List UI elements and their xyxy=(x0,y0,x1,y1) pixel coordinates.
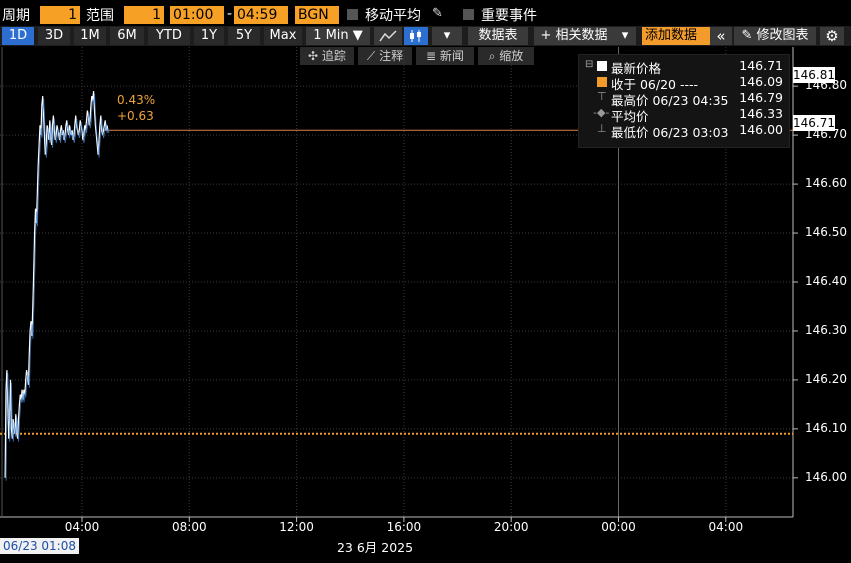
legend-row-close: 收于 06/20 ---- 146.09 xyxy=(579,74,789,92)
related-data-caret[interactable]: ▾ xyxy=(614,27,636,45)
change-percent: 0.43% xyxy=(117,93,156,107)
legend-row-low: ⊥ 最低价 06/23 03:03 146.00 xyxy=(579,122,789,140)
change-value: +0.63 xyxy=(117,109,154,123)
magnifier-icon: ⌕ xyxy=(488,49,500,63)
legend-panel: ⊟ 最新价格 146.71 收于 06/20 ---- 146.09 ⊤ 最高价… xyxy=(578,54,790,148)
price-series-shadow xyxy=(5,94,110,481)
y-tick-label: 146.40 xyxy=(805,274,847,288)
cursor-date-box: 06/23 01:08 xyxy=(0,538,79,554)
range-button-3d[interactable]: 3D xyxy=(38,27,70,45)
date-caption: 23 6月 2025 xyxy=(336,540,414,555)
legend-value: 146.79 xyxy=(739,90,783,105)
range-button-6m[interactable]: 6M xyxy=(110,27,144,45)
track-label: 追踪 xyxy=(321,49,346,63)
pencil-icon[interactable]: ✎ xyxy=(432,6,443,21)
pencil-icon: ✎ xyxy=(741,28,757,43)
y-tick-label: 146.00 xyxy=(805,469,847,484)
legend-swatch xyxy=(597,77,607,87)
high-marker-icon: ⊤ xyxy=(597,90,607,103)
legend-row-high: ⊤ 最高价 06/23 04:35 146.79 xyxy=(579,90,789,108)
legend-value: 146.71 xyxy=(739,58,783,73)
datatable-button[interactable]: 数据表 xyxy=(468,27,528,45)
edit-chart-label: 修改图表 xyxy=(756,28,809,43)
add-data-button[interactable]: 添加数据 xyxy=(642,27,710,45)
y-tick-label: 146.30 xyxy=(805,322,847,337)
range-button-1d[interactable]: 1D xyxy=(2,27,34,45)
legend-row-last: ⊟ 最新价格 146.71 xyxy=(579,58,789,76)
annotate-label: 注释 xyxy=(379,49,404,63)
legend-swatch xyxy=(597,61,607,71)
range-label: 范围 xyxy=(86,8,114,24)
average-marker-icon: -◆- xyxy=(593,106,610,119)
top-toolbar: 周期 1 范围 1 01:00 - 04:59 BGN 移动平均 ✎ 重要事件 xyxy=(0,0,851,26)
source-input[interactable]: BGN xyxy=(295,6,339,24)
moving-avg-checkbox[interactable] xyxy=(347,9,358,20)
crosshair-icon: ✣ xyxy=(308,49,322,63)
candlestick-icon[interactable] xyxy=(404,27,428,45)
legend-name: 最低价 06/23 03:03 xyxy=(611,125,729,140)
y-tick-label: 146.60 xyxy=(805,176,847,191)
moving-avg-label: 移动平均 xyxy=(365,8,421,24)
interval-dropdown[interactable]: 1 Min ▼ xyxy=(306,27,370,45)
legend-value: 146.33 xyxy=(739,106,783,121)
x-tick-label: 12:00 xyxy=(279,520,314,534)
start-time-input[interactable]: 01:00 xyxy=(170,6,224,24)
edit-chart-button[interactable]: ✎ 修改图表 xyxy=(734,27,816,45)
x-tick-label: 20:00 xyxy=(493,520,529,534)
period-label: 周期 xyxy=(2,8,30,24)
legend-value: 146.00 xyxy=(739,122,783,137)
news-button[interactable]: ≣ 新闻 xyxy=(416,47,474,65)
y-tick-label: 146.20 xyxy=(805,371,847,386)
end-time-input[interactable]: 04:59 xyxy=(234,6,288,24)
key-events-checkbox[interactable] xyxy=(463,9,474,20)
range-input[interactable]: 1 xyxy=(124,6,164,24)
range-button-max[interactable]: Max xyxy=(264,27,302,45)
price-series-line xyxy=(4,91,109,478)
x-tick-label: 08:00 xyxy=(172,520,207,534)
range-button-ytd[interactable]: YTD xyxy=(148,27,190,45)
time-separator: - xyxy=(227,6,233,22)
minus-icon[interactable]: ⊟ xyxy=(585,59,593,70)
low-marker-icon: ⊥ xyxy=(597,122,607,135)
collapse-icon[interactable]: « xyxy=(710,27,732,45)
gear-icon[interactable]: ⚙ xyxy=(820,27,844,45)
y-tick-label: 146.50 xyxy=(805,225,847,240)
legend-row-avg: -◆- 平均价 146.33 xyxy=(579,106,789,124)
chart-type-caret[interactable]: ▾ xyxy=(432,27,462,45)
range-button-1y[interactable]: 1Y xyxy=(194,27,224,45)
x-tick-label: 04:00 xyxy=(708,520,744,534)
news-label: 新闻 xyxy=(439,49,464,63)
related-data-button[interactable]: + 相关数据 xyxy=(534,27,614,45)
line-draw-icon: ⟋ xyxy=(366,49,380,63)
y-tick-label: 146.10 xyxy=(805,420,847,435)
zoom-label: 缩放 xyxy=(499,49,524,63)
track-button[interactable]: ✣ 追踪 xyxy=(300,47,354,65)
range-button-1m[interactable]: 1M xyxy=(74,27,106,45)
zoom-button[interactable]: ⌕ 缩放 xyxy=(478,47,534,65)
last-price-tag: 146.71 xyxy=(793,115,835,131)
annotate-button[interactable]: ⟋ 注释 xyxy=(358,47,412,65)
x-tick-label: 04:00 xyxy=(64,520,100,534)
x-tick-label: 00:00 xyxy=(601,520,636,534)
line-chart-icon[interactable] xyxy=(374,27,402,45)
period-input[interactable]: 1 xyxy=(40,6,80,24)
high-price-tag: 146.81 xyxy=(793,67,835,83)
key-events-label: 重要事件 xyxy=(481,8,537,24)
range-button-5y[interactable]: 5Y xyxy=(228,27,260,45)
legend-value: 146.09 xyxy=(739,74,783,89)
news-icon: ≣ xyxy=(426,49,440,63)
x-tick-label: 16:00 xyxy=(386,520,422,534)
